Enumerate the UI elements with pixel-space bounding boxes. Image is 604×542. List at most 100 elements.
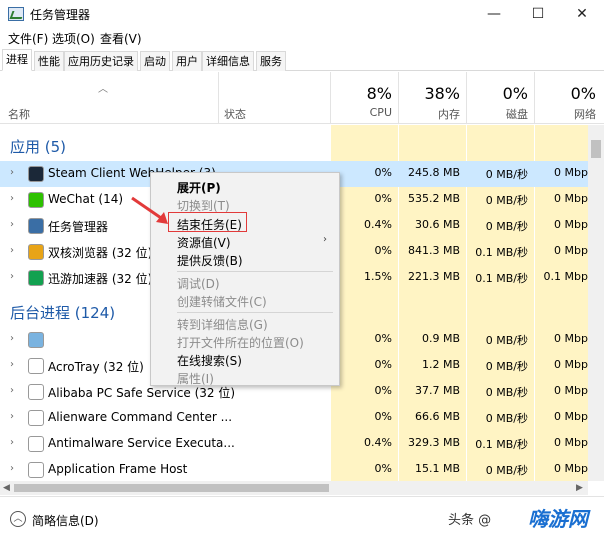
chevron-right-icon[interactable]: › xyxy=(10,193,14,204)
process-mem-cell: 15.1 MB xyxy=(414,462,460,475)
tab-startup[interactable]: 启动 xyxy=(140,51,170,71)
process-row[interactable]: › Antimalware Service Executa... 0.4% 329.3… xyxy=(0,431,588,457)
watermark-text: 头条 @ xyxy=(448,513,492,528)
alibaba-icon xyxy=(28,384,44,400)
process-cpu-cell: 0% xyxy=(374,192,392,205)
column-disk[interactable]: 磁盘 xyxy=(472,106,528,122)
group-apps: 应用 (5) xyxy=(10,138,67,156)
process-row[interactable]: › Alienware Command Center ... 0% 66.6 MB 0 … xyxy=(0,405,588,431)
process-disk-cell: 0 MB/秒 xyxy=(485,360,528,373)
ctx-expand[interactable]: 展开(P) xyxy=(177,179,221,196)
column-divider[interactable] xyxy=(330,72,331,124)
process-name: Alienware Command Center ... xyxy=(48,410,233,424)
process-cpu-cell: 0% xyxy=(374,358,392,371)
ctx-debug[interactable]: 调试(D) xyxy=(177,275,220,292)
process-disk-cell: 0.1 MB/秒 xyxy=(475,246,528,259)
process-net-cell: 0 Mbp xyxy=(554,358,588,371)
process-net-cell: 0.1 Mbp xyxy=(543,270,588,283)
process-disk-cell: 0 MB/秒 xyxy=(485,220,528,233)
tab-users[interactable]: 用户 xyxy=(172,51,202,71)
process-cpu-cell: 0.4% xyxy=(364,218,392,231)
column-network[interactable]: 网络 xyxy=(540,106,596,122)
maximize-button[interactable]: ☐ xyxy=(516,0,560,28)
accelerator-icon xyxy=(28,270,44,286)
process-name: Application Frame Host xyxy=(48,462,188,476)
process-net-cell: 0 Mbp xyxy=(554,244,588,257)
scroll-right-icon[interactable]: ▶ xyxy=(576,481,583,495)
process-net-cell: 0 Mbp xyxy=(554,218,588,231)
chevron-right-icon[interactable]: › xyxy=(10,167,14,178)
context-menu: 展开(P) 切换到(T) 结束任务(E) 资源值(V) › 提供反馈(B) 调试… xyxy=(150,172,340,386)
tab-processes[interactable]: 进程 xyxy=(2,49,32,71)
process-net-cell: 0 Mbp xyxy=(554,384,588,397)
process-net-cell: 0 Mbp xyxy=(554,192,588,205)
column-status[interactable]: 状态 xyxy=(224,106,246,122)
chevron-right-icon[interactable]: › xyxy=(10,411,14,422)
process-mem-cell: 245.8 MB xyxy=(407,166,460,179)
chevron-right-icon[interactable]: › xyxy=(10,463,14,474)
process-net-cell: 0 Mbp xyxy=(554,410,588,423)
process-mem-cell: 1.2 MB xyxy=(421,358,460,371)
column-divider[interactable] xyxy=(218,72,219,124)
chevron-right-icon[interactable]: › xyxy=(10,219,14,230)
window-title: 任务管理器 xyxy=(30,8,91,22)
footer: ︿ 简略信息(D) 头条 @ 嗨游网 xyxy=(0,496,604,542)
ctx-feedback[interactable]: 提供反馈(B) xyxy=(177,252,243,269)
ctx-open-file-location[interactable]: 打开文件所在的位置(O) xyxy=(177,334,304,351)
chevron-right-icon[interactable]: › xyxy=(10,359,14,370)
minimize-button[interactable]: — xyxy=(472,0,516,28)
memory-percent: 38% xyxy=(424,84,460,103)
tab-services[interactable]: 服务 xyxy=(256,51,286,71)
chevron-right-icon[interactable]: › xyxy=(10,333,14,344)
chevron-right-icon[interactable]: › xyxy=(10,385,14,396)
vertical-scrollbar[interactable] xyxy=(588,125,604,481)
column-divider[interactable] xyxy=(466,72,467,124)
watermark-logo: 嗨游网 xyxy=(528,507,588,531)
browser-icon xyxy=(28,244,44,260)
column-name[interactable]: 名称 xyxy=(8,106,30,122)
chevron-right-icon[interactable]: › xyxy=(10,271,14,282)
menu-divider xyxy=(177,312,333,313)
app-frame-icon xyxy=(28,462,44,478)
ctx-create-dump[interactable]: 创建转储文件(C) xyxy=(177,293,267,310)
process-row[interactable]: › Application Frame Host 0% 15.1 MB 0 MB/秒 0 … xyxy=(0,457,588,483)
ctx-resource-values[interactable]: 资源值(V) xyxy=(177,234,231,251)
process-name: WeChat (14) xyxy=(48,192,124,206)
scroll-left-icon[interactable]: ◀ xyxy=(3,481,10,495)
menu-bar: 文件(F) 选项(O) 查看(V) xyxy=(0,28,604,48)
antimalware-icon xyxy=(28,436,44,452)
column-divider[interactable] xyxy=(534,72,535,124)
tab-details[interactable]: 详细信息 xyxy=(202,51,254,71)
vertical-scroll-thumb[interactable] xyxy=(591,140,601,158)
menu-options[interactable]: 选项(O) xyxy=(52,30,95,47)
menu-file[interactable]: 文件(F) xyxy=(8,30,48,47)
chevron-up-icon[interactable]: ︿ xyxy=(10,511,26,527)
process-disk-cell: 0 MB/秒 xyxy=(485,464,528,477)
tab-app-history[interactable]: 应用历史记录 xyxy=(64,51,138,71)
process-net-cell: 0 Mbp xyxy=(554,166,588,179)
close-button[interactable]: ✕ xyxy=(560,0,604,28)
fewer-details-button[interactable]: 简略信息(D) xyxy=(32,512,99,529)
column-memory[interactable]: 内存 xyxy=(404,106,460,122)
chevron-right-icon[interactable]: › xyxy=(10,245,14,256)
process-mem-cell: 37.7 MB xyxy=(414,384,460,397)
cpu-percent: 8% xyxy=(366,84,392,103)
column-cpu[interactable]: CPU xyxy=(340,106,392,119)
column-divider[interactable] xyxy=(398,72,399,124)
wechat-icon xyxy=(28,192,44,208)
process-mem-cell: 66.6 MB xyxy=(414,410,460,423)
ctx-go-to-details[interactable]: 转到详细信息(G) xyxy=(177,316,268,333)
process-mem-cell: 841.3 MB xyxy=(407,244,460,257)
horizontal-scroll-thumb[interactable] xyxy=(14,484,329,492)
chevron-right-icon[interactable]: › xyxy=(10,437,14,448)
tab-performance[interactable]: 性能 xyxy=(34,51,64,71)
ctx-search-online[interactable]: 在线搜索(S) xyxy=(177,352,242,369)
sort-up-icon: ︿ xyxy=(98,84,108,95)
title-bar: 任务管理器 — ☐ ✕ xyxy=(0,0,604,28)
submenu-arrow-icon: › xyxy=(323,234,327,245)
process-mem-cell: 221.3 MB xyxy=(407,270,460,283)
network-percent: 0% xyxy=(570,84,596,103)
ctx-properties[interactable]: 属性(I) xyxy=(177,370,214,387)
task-manager-icon xyxy=(8,7,24,21)
menu-view[interactable]: 查看(V) xyxy=(100,30,142,47)
